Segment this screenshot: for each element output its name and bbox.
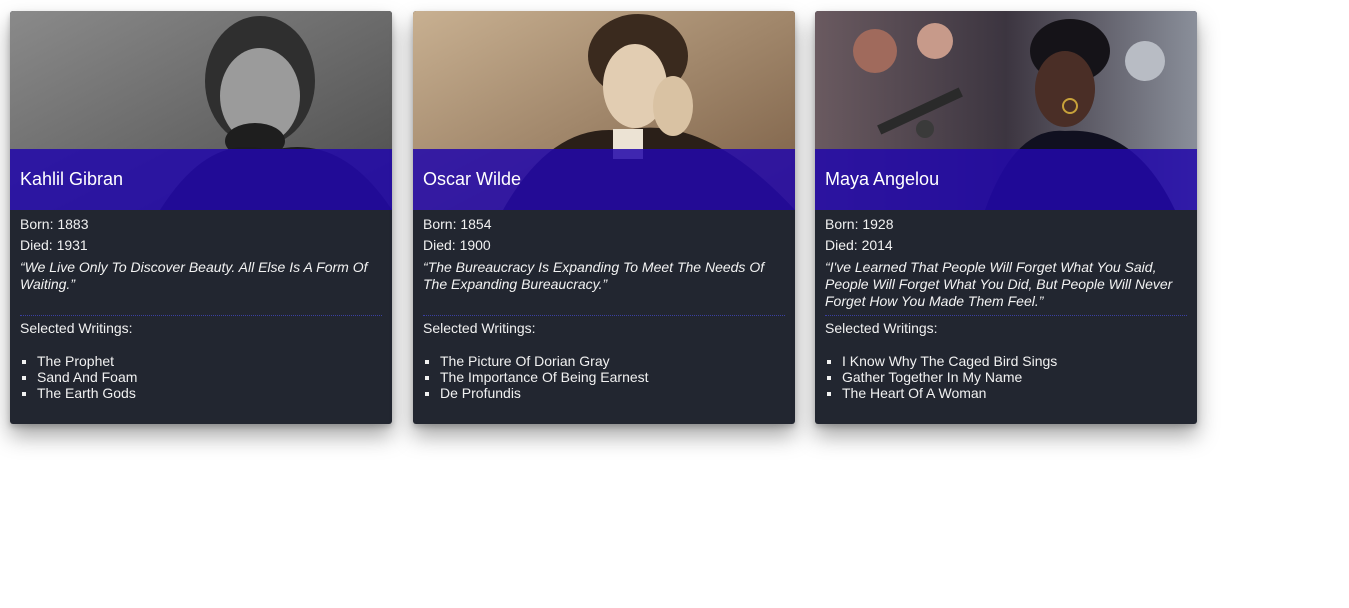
list-item: The Heart Of A Woman: [842, 385, 1187, 401]
died-row: Died: 1900: [423, 235, 785, 256]
author-card-angelou: Maya Angelou Born: 1928 Died: 2014 “I've…: [815, 11, 1197, 424]
list-item: The Picture Of Dorian Gray: [440, 353, 785, 369]
writings-list: The Picture Of Dorian Gray The Importanc…: [423, 353, 785, 401]
born-year: 1928: [862, 216, 894, 232]
born-row: Born: 1928: [825, 214, 1187, 235]
list-item: Gather Together In My Name: [842, 369, 1187, 385]
died-year: 1931: [56, 237, 88, 253]
author-info: Born: 1883 Died: 1931 “We Live Only To D…: [20, 214, 382, 401]
author-card-gibran: Kahlil Gibran Born: 1883 Died: 1931 “We …: [10, 11, 392, 424]
author-card-wilde: Oscar Wilde Born: 1854 Died: 1900 “The B…: [413, 11, 795, 424]
author-quote: “The Bureaucracy Is Expanding To Meet Th…: [423, 259, 765, 292]
died-row: Died: 1931: [20, 235, 382, 256]
born-year: 1854: [460, 216, 492, 232]
author-cards: Kahlil Gibran Born: 1883 Died: 1931 “We …: [0, 0, 1349, 608]
born-row: Born: 1854: [423, 214, 785, 235]
died-year: 2014: [861, 237, 893, 253]
born-label: Born:: [825, 216, 859, 232]
list-item: The Prophet: [37, 353, 382, 369]
list-item: The Earth Gods: [37, 385, 382, 401]
born-label: Born:: [20, 216, 54, 232]
author-name: Maya Angelou: [825, 169, 940, 189]
died-year: 1900: [459, 237, 491, 253]
list-item: I Know Why The Caged Bird Sings: [842, 353, 1187, 369]
born-label: Born:: [423, 216, 457, 232]
writings-label: Selected Writings:: [423, 320, 536, 336]
divider: [825, 315, 1187, 316]
divider: [423, 315, 785, 316]
born-row: Born: 1883: [20, 214, 382, 235]
list-item: De Profundis: [440, 385, 785, 401]
died-row: Died: 2014: [825, 235, 1187, 256]
author-info: Born: 1928 Died: 2014 “I've Learned That…: [825, 214, 1187, 401]
list-item: The Importance Of Being Earnest: [440, 369, 785, 385]
died-label: Died:: [423, 237, 456, 253]
writings-label: Selected Writings:: [20, 320, 133, 336]
author-name: Oscar Wilde: [423, 169, 522, 189]
died-label: Died:: [825, 237, 858, 253]
writings-list: I Know Why The Caged Bird Sings Gather T…: [825, 353, 1187, 401]
author-quote: “I've Learned That People Will Forget Wh…: [825, 259, 1173, 309]
divider: [20, 315, 382, 316]
author-name: Kahlil Gibran: [20, 169, 124, 189]
died-label: Died:: [20, 237, 53, 253]
born-year: 1883: [57, 216, 89, 232]
writings-label: Selected Writings:: [825, 320, 938, 336]
author-quote: “We Live Only To Discover Beauty. All El…: [20, 259, 368, 292]
author-info: Born: 1854 Died: 1900 “The Bureaucracy I…: [423, 214, 785, 401]
writings-list: The Prophet Sand And Foam The Earth Gods: [20, 353, 382, 401]
list-item: Sand And Foam: [37, 369, 382, 385]
